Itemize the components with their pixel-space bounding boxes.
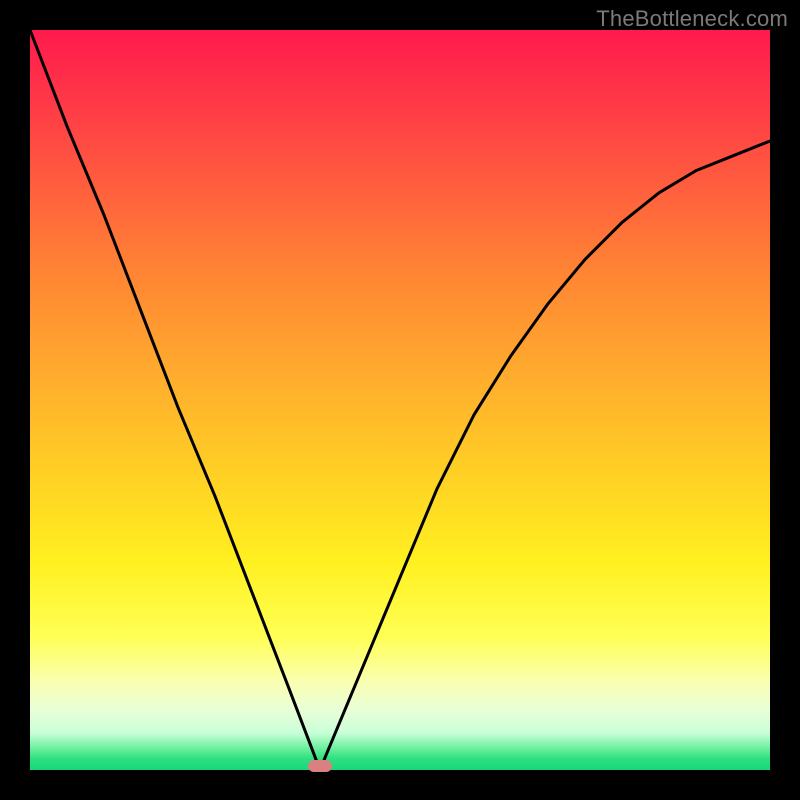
curve-path [30,30,770,770]
optimum-marker [308,760,332,772]
chart-frame: TheBottleneck.com [0,0,800,800]
plot-area [30,30,770,770]
watermark-text: TheBottleneck.com [596,6,788,32]
bottleneck-curve [30,30,770,770]
